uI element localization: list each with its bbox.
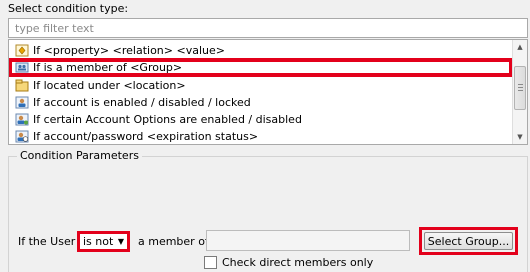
- property-condition-icon: [15, 44, 29, 57]
- list-scrollbar[interactable]: ▲ ▼: [512, 40, 527, 144]
- condition-item-account-options[interactable]: If certain Account Options are enabled /…: [9, 111, 512, 128]
- condition-item-label: If account/password <expiration status>: [33, 130, 259, 143]
- condition-item-location[interactable]: If located under <location>: [9, 77, 512, 94]
- relation-dropdown[interactable]: is not ▼: [77, 231, 130, 252]
- select-group-button-label: Select Group...: [427, 234, 510, 248]
- member-of-label: a member of: [138, 235, 209, 248]
- condition-item-expiration[interactable]: If account/password <expiration status>: [9, 128, 512, 144]
- relation-dropdown-value: is not: [83, 235, 114, 248]
- check-direct-members-label: Check direct members only: [222, 256, 374, 269]
- condition-item-label: If is a member of <Group>: [33, 61, 183, 74]
- filter-placeholder: type filter text: [15, 21, 94, 35]
- filter-input[interactable]: type filter text: [8, 18, 528, 38]
- condition-item-property[interactable]: If <property> <relation> <value>: [9, 42, 512, 59]
- location-condition-icon: [15, 79, 29, 92]
- dropdown-arrow-icon: ▼: [117, 237, 124, 246]
- scroll-down-arrow-icon[interactable]: ▼: [513, 130, 527, 144]
- condition-parameters-title: Condition Parameters: [17, 149, 142, 162]
- condition-item-label: If <property> <relation> <value>: [33, 44, 225, 57]
- select-group-button[interactable]: Select Group...: [419, 227, 518, 255]
- if-the-user-label: If the User: [18, 235, 76, 248]
- expiration-condition-icon: [15, 130, 29, 143]
- condition-item-label: If certain Account Options are enabled /…: [33, 113, 302, 126]
- select-condition-type-label: Select condition type:: [8, 2, 129, 15]
- condition-item-label: If account is enabled / disabled / locke…: [33, 96, 251, 109]
- condition-type-list[interactable]: If <property> <relation> <value> If is a…: [8, 39, 528, 145]
- condition-item-label: If located under <location>: [33, 79, 186, 92]
- scroll-thumb[interactable]: [514, 66, 526, 110]
- condition-item-member-of-group[interactable]: If is a member of <Group>: [9, 58, 513, 77]
- scroll-up-arrow-icon[interactable]: ▲: [513, 40, 527, 54]
- group-condition-icon: [15, 61, 29, 74]
- group-name-field[interactable]: [206, 230, 410, 251]
- check-direct-members-checkbox[interactable]: Check direct members only: [204, 256, 373, 269]
- condition-item-account-enabled[interactable]: If account is enabled / disabled / locke…: [9, 94, 512, 111]
- account-options-condition-icon: [15, 113, 29, 126]
- account-condition-icon: [15, 96, 29, 109]
- checkbox-box[interactable]: [204, 256, 217, 269]
